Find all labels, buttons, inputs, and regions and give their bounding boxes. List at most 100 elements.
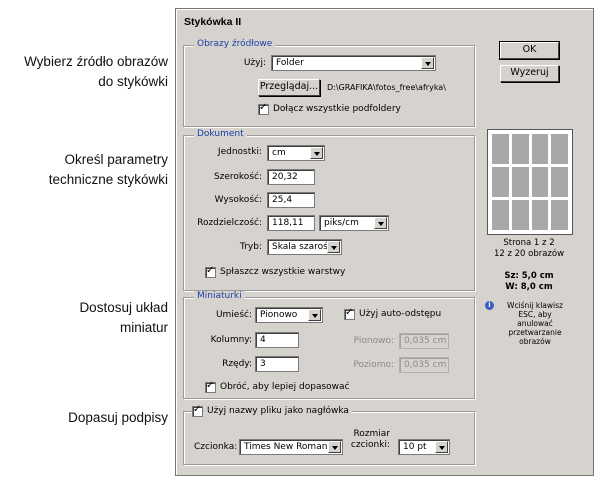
font-size-label: Rozmiar czcionki: [351, 429, 390, 451]
font-size-label-line1: Rozmiar [353, 429, 390, 439]
preview-count: 12 z 20 obrazów [493, 249, 565, 259]
font-select[interactable]: Times New Roman [239, 439, 343, 455]
include-subfolders-label: Dołącz wszystkie podfoldery [273, 104, 401, 114]
preview-thumbnail [492, 134, 509, 164]
chevron-down-icon [310, 147, 323, 159]
preview-thumbnail [531, 167, 549, 197]
dialog-title: Stykówka II [184, 16, 242, 28]
preview-width: Sz: 5,0 cm [504, 271, 554, 281]
units-select-value: cm [272, 148, 286, 158]
callout-document: Określ parametry techniczne stykówki [49, 150, 168, 190]
document-legend: Dokument [194, 129, 247, 139]
use-select[interactable]: Folder [271, 55, 436, 71]
use-label: Użyj: [243, 58, 266, 68]
columns-label: Kolumny: [210, 335, 252, 345]
callout-layout-line2: miniatur [119, 320, 168, 335]
preview-thumbnail [492, 200, 509, 230]
preview-thumbnail [531, 134, 549, 164]
rows-input[interactable]: 3 [255, 356, 299, 372]
callout-document-line1: Określ parametry [64, 152, 168, 167]
preview-thumbnail [531, 200, 549, 230]
callout-captions: Dopasuj podpisy [68, 408, 168, 428]
place-select[interactable]: Pionowo [255, 307, 323, 323]
preview-thumbnail [511, 167, 529, 197]
preview-height: W: 8,0 cm [505, 282, 553, 292]
reset-button[interactable]: Wyzeruj [500, 65, 559, 82]
auto-spacing-label: Użyj auto-odstępu [359, 309, 442, 319]
use-select-value: Folder [276, 58, 304, 68]
preview-thumbnail [551, 134, 568, 164]
source-images-legend: Obrazy źródłowe [194, 39, 276, 49]
callout-layout-line1: Dostosuj układ [79, 300, 168, 315]
chevron-down-icon [374, 217, 387, 229]
mode-label: Tryb: [240, 242, 262, 252]
contact-sheet-dialog: Stykówka II Obrazy źródłowe Użyj: Folder… [175, 8, 594, 476]
callout-source-line2: do stykówki [98, 74, 168, 89]
vertical-spacing-label: Pionowo: [353, 336, 394, 346]
columns-input[interactable]: 4 [255, 332, 299, 348]
info-icon: i [485, 301, 494, 310]
vertical-spacing-input: 0,035 cm [399, 333, 449, 349]
resolution-label: Rozdzielczość: [197, 218, 262, 228]
use-filename-label: Użyj nazwy pliku jako nagłówka [204, 406, 352, 416]
callout-captions-line1: Dopasuj podpisy [68, 410, 168, 425]
captions-group: Użyj nazwy pliku jako nagłówka Czcionka:… [183, 404, 475, 465]
esc-tip: Wciśnij klawisz ESC, aby anulować przetw… [498, 301, 572, 346]
horizontal-spacing-input: 0,035 cm [399, 357, 449, 373]
esc-tip-line5: obrazów [519, 337, 551, 346]
include-subfolders-checkbox[interactable] [258, 102, 269, 115]
place-select-value: Pionowo [260, 310, 298, 320]
source-images-group: Obrazy źródłowe Użyj: Folder Przeglądaj.… [183, 39, 475, 127]
flatten-label: Spłaszcz wszystkie warstwy [220, 267, 346, 277]
rotate-checkbox[interactable] [205, 380, 216, 393]
ok-button[interactable]: OK [500, 42, 559, 59]
use-filename-checkbox[interactable] [192, 404, 203, 417]
callout-layout: Dostosuj układ miniatur [79, 298, 168, 338]
layout-preview [487, 129, 573, 235]
preview-thumbnail [551, 167, 568, 197]
place-label: Umieść: [215, 310, 252, 320]
preview-page: Strona 1 z 2 [503, 238, 555, 248]
callout-source: Wybierz źródło obrazów do stykówki [24, 52, 168, 92]
preview-thumbnail [551, 200, 568, 230]
esc-tip-line3: anulować [517, 319, 553, 328]
units-select[interactable]: cm [267, 145, 325, 161]
preview-thumbnail [492, 167, 509, 197]
callout-source-line1: Wybierz źródło obrazów [24, 54, 168, 69]
font-select-value: Times New Roman [244, 442, 328, 452]
flatten-checkbox[interactable] [205, 265, 216, 278]
browse-button[interactable]: Przeglądaj... [258, 79, 320, 96]
units-label: Jednostki: [217, 147, 262, 157]
height-label: Wysokość: [214, 195, 262, 205]
esc-tip-line2: ESC, aby [518, 310, 552, 319]
auto-spacing-checkbox[interactable] [344, 307, 355, 320]
chevron-down-icon [435, 441, 448, 453]
width-label: Szerokość: [213, 172, 262, 182]
preview-thumbnail [511, 134, 529, 164]
chevron-down-icon [328, 441, 341, 453]
resolution-unit-value: piks/cm [324, 218, 359, 228]
horizontal-spacing-label: Poziomo: [353, 360, 394, 370]
document-group: Dokument Jednostki: cm Szerokość: 20,32 … [183, 129, 475, 291]
height-input[interactable]: 25,4 [267, 192, 315, 208]
rows-label: Rzędy: [222, 359, 252, 369]
font-size-select-value: 10 pt [403, 442, 427, 452]
width-input[interactable]: 20,32 [267, 169, 315, 185]
resolution-input[interactable]: 118,11 [267, 215, 315, 231]
font-size-label-line2: czcionki: [350, 440, 390, 450]
resolution-unit-select[interactable]: piks/cm [319, 215, 389, 231]
font-label: Czcionka: [194, 442, 238, 452]
source-path: D:\GRAFIKA\fotos_free\afryka\ [327, 83, 446, 92]
thumbnails-group: Miniaturki Umieść: Pionowo Użyj auto-ods… [183, 291, 475, 399]
esc-tip-line4: przetwarzanie [508, 328, 562, 337]
callout-document-line2: techniczne stykówki [48, 172, 168, 187]
chevron-down-icon [327, 241, 340, 253]
preview-thumbnail [511, 200, 529, 230]
chevron-down-icon [308, 309, 321, 321]
font-size-select[interactable]: 10 pt [398, 439, 450, 455]
thumbnails-legend: Miniaturki [194, 291, 245, 301]
mode-select[interactable]: Skala szarości [267, 239, 342, 255]
mode-select-value: Skala szarości [272, 242, 336, 252]
rotate-label: Obróć, aby lepiej dopasować [220, 382, 350, 392]
chevron-down-icon [421, 57, 434, 69]
